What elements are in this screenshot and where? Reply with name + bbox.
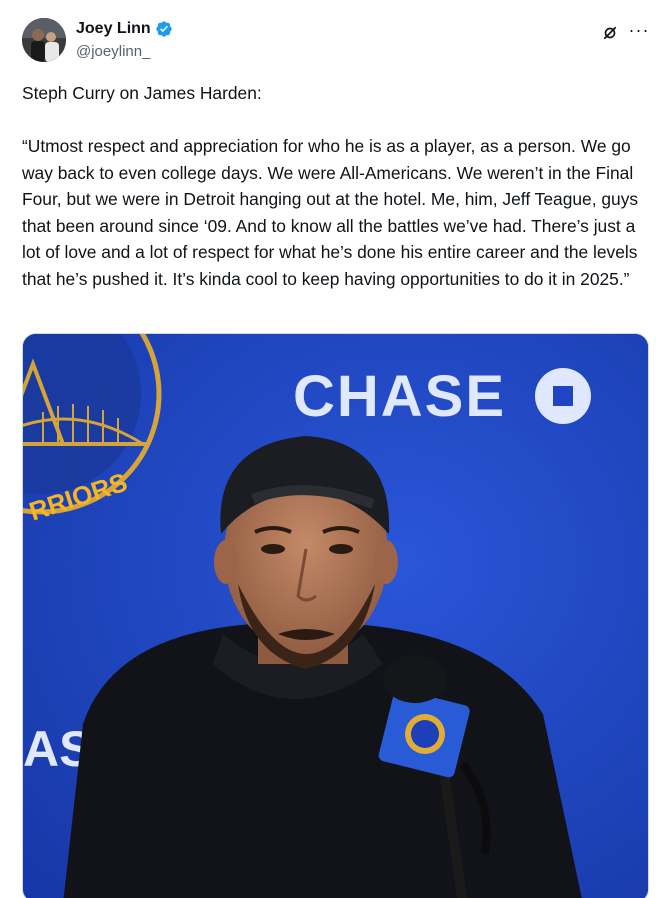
tweet: Joey Linn @joeylinn_ ··· Steph Curry on … xyxy=(0,0,660,898)
more-options-icon[interactable]: ··· xyxy=(627,20,651,44)
author-name-row: Joey Linn xyxy=(76,20,173,38)
tweet-media-image[interactable]: RRIORS CHASE AS xyxy=(22,333,649,898)
tweet-text: Steph Curry on James Harden: “Utmost res… xyxy=(22,83,639,289)
press-conference-photo: RRIORS CHASE AS xyxy=(23,334,648,898)
grok-icon[interactable] xyxy=(601,24,619,42)
verified-badge-icon xyxy=(156,21,172,37)
chase-wordmark: CHASE xyxy=(293,364,506,429)
author-handle[interactable]: @joeylinn_ xyxy=(76,43,150,60)
chase-logo-icon xyxy=(535,368,591,424)
avatar-image xyxy=(22,18,66,62)
author-avatar[interactable] xyxy=(22,18,66,62)
author-display-name[interactable]: Joey Linn xyxy=(76,20,151,38)
